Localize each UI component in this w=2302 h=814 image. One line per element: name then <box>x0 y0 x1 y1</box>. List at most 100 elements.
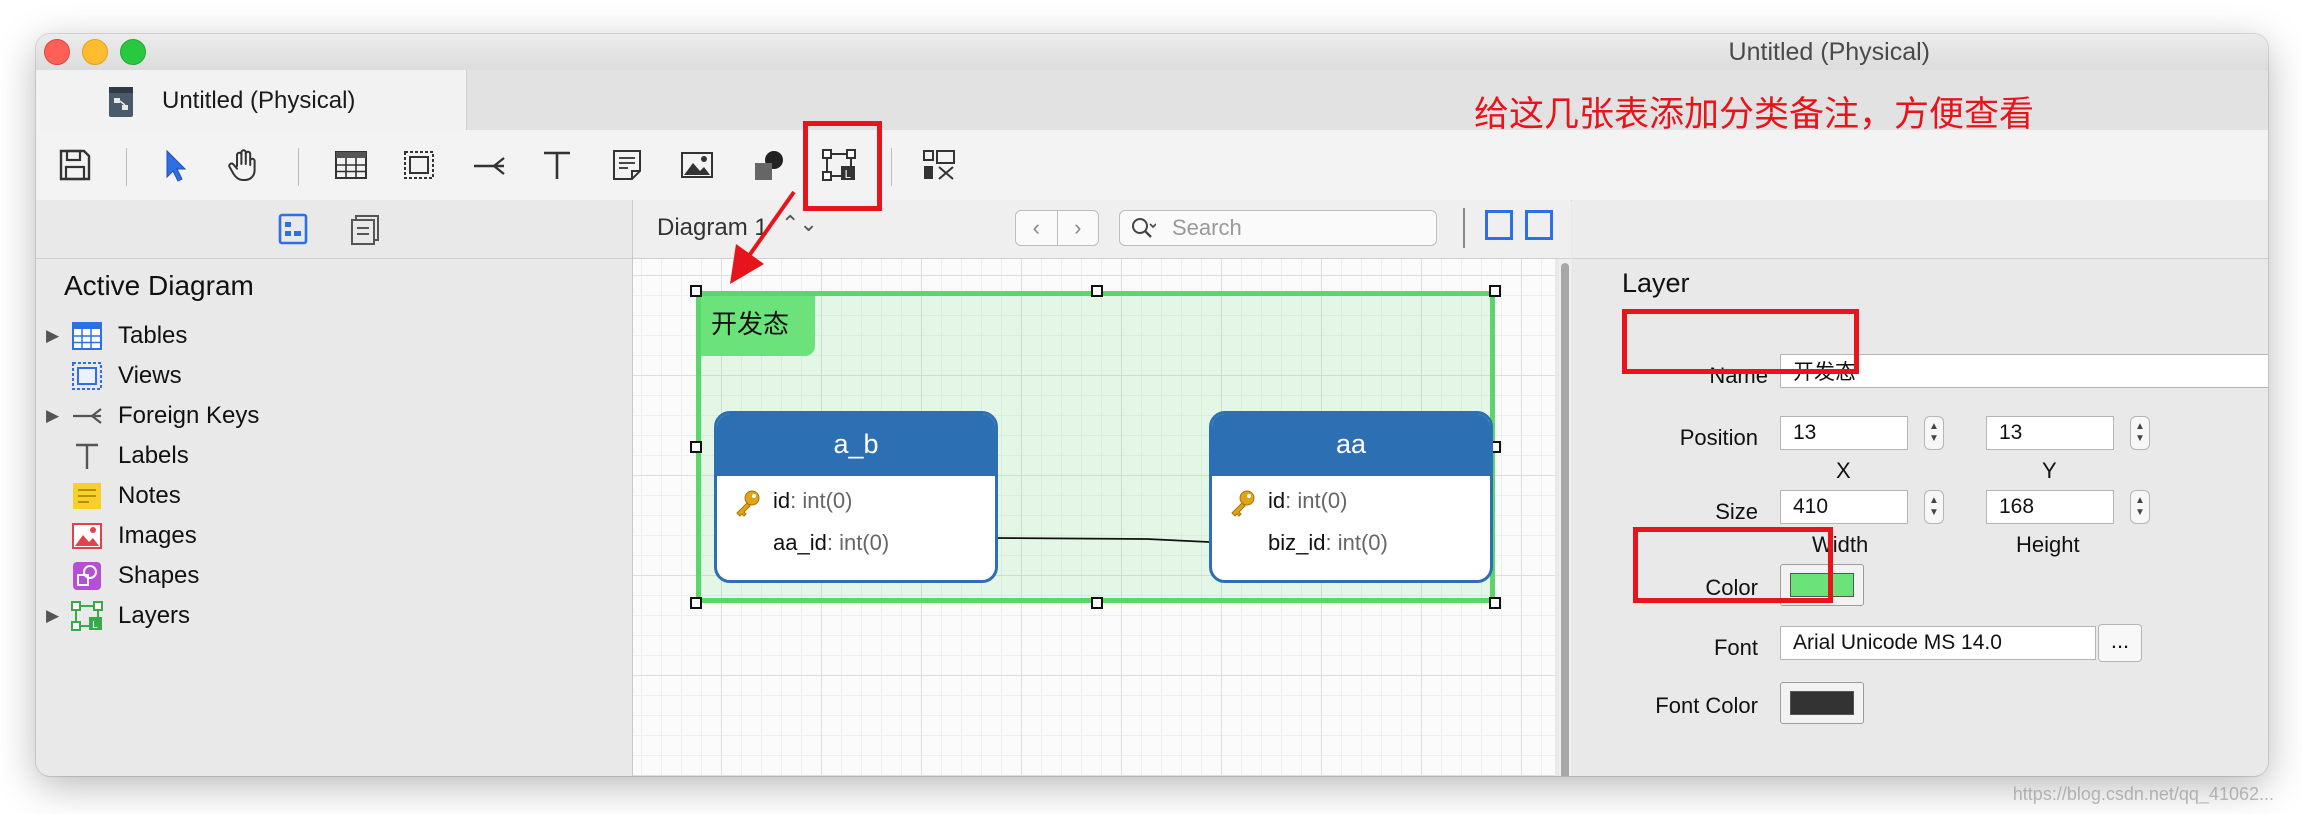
entity-title: aa <box>1212 414 1490 476</box>
sidebar-item-foreign-keys[interactable]: ▶ Foreign Keys <box>46 398 259 434</box>
position-x-stepper[interactable]: ▲ ▼ <box>1924 416 1944 450</box>
zoom-window-button[interactable] <box>120 39 146 65</box>
close-window-button[interactable] <box>44 39 70 65</box>
sidebar-title: Active Diagram <box>64 270 254 301</box>
sidebar-item-views[interactable]: Views <box>46 358 182 394</box>
note-icon <box>70 479 104 513</box>
disclosure-triangle-icon[interactable]: ▶ <box>46 406 66 426</box>
sidebar-item-tables[interactable]: ▶ Tables <box>46 318 187 354</box>
object-list-icon[interactable] <box>348 212 382 246</box>
entity-a_b[interactable]: a_b id: int(0) aa_id: int(0) <box>714 411 998 583</box>
position-y-input[interactable] <box>1986 416 2114 450</box>
sidebar-item-layers[interactable]: ▶ L Layers <box>46 598 190 634</box>
sidebar: Active Diagram ▶ Tables Views ▶ Foreign … <box>36 200 633 776</box>
width-input[interactable] <box>1780 490 1908 524</box>
resize-handle[interactable] <box>690 441 702 453</box>
search-icon[interactable] <box>1130 215 1156 241</box>
image-icon <box>70 519 104 553</box>
sidebar-item-label: Images <box>118 522 197 549</box>
diagram-nav: ‹ › <box>1015 210 1099 246</box>
resize-handle[interactable] <box>1489 285 1501 297</box>
split-left-view-icon[interactable] <box>1485 210 1513 240</box>
nav-back-button[interactable]: ‹ <box>1016 211 1057 245</box>
font-input[interactable] <box>1780 626 2096 660</box>
foreign-key-icon[interactable] <box>468 144 510 186</box>
foreign-key-icon <box>70 399 104 433</box>
save-icon[interactable] <box>54 144 96 186</box>
watermark: https://blog.csdn.net/qq_41062... <box>2012 784 2274 804</box>
font-color-well[interactable] <box>1780 682 1864 724</box>
arrange-icon[interactable] <box>918 144 960 186</box>
svg-text:L: L <box>92 620 98 631</box>
primary-key-icon <box>1231 490 1255 517</box>
highlight-box-color <box>1633 527 1833 603</box>
primary-key-icon <box>736 490 760 517</box>
shape-icon[interactable] <box>748 144 790 186</box>
sidebar-item-images[interactable]: Images <box>46 518 197 554</box>
size-label: Size <box>1715 499 1758 524</box>
resize-handle[interactable] <box>1489 597 1501 609</box>
height-input[interactable] <box>1986 490 2114 524</box>
scrollbar-thumb[interactable] <box>1561 263 1569 776</box>
sidebar-item-shapes[interactable]: Shapes <box>46 558 199 594</box>
position-x-input[interactable] <box>1780 416 1908 450</box>
inspector-panel: Layer Name Position ▲▼ ▲▼ X Y Size ▲▼ ▲▼… <box>1572 200 2268 776</box>
annotation-arrow-icon <box>730 190 796 284</box>
diagram-overview-icon[interactable] <box>276 212 310 246</box>
disclosure-triangle-icon[interactable]: ▶ <box>46 326 66 346</box>
sidebar-item-label: Shapes <box>118 562 200 589</box>
y-label: Y <box>2042 458 2057 483</box>
diagram-canvas[interactable]: 开发态 a_b id: int(0) aa_id: int(0) aa id: … <box>633 259 1555 776</box>
note-icon[interactable] <box>606 144 648 186</box>
entity-field: id: int(0) <box>773 488 853 513</box>
position-label: Position <box>1679 425 1758 450</box>
inspector-header <box>1572 200 2268 259</box>
document-tab[interactable]: Untitled (Physical) <box>36 70 467 130</box>
canvas-scrollbar[interactable] <box>1559 259 1571 776</box>
title-bar: Untitled (Physical) <box>36 34 2268 71</box>
font-color-swatch <box>1790 691 1854 715</box>
font-color-label: Font Color <box>1655 693 1758 718</box>
sidebar-item-label: Foreign Keys <box>118 402 260 429</box>
table-icon[interactable] <box>330 144 372 186</box>
x-label: X <box>1836 458 1851 483</box>
sidebar-item-notes[interactable]: Notes <box>46 478 181 514</box>
image-icon[interactable] <box>676 144 718 186</box>
layer-label[interactable]: 开发态 <box>701 296 816 356</box>
view-icon[interactable] <box>398 144 440 186</box>
relationship-line[interactable] <box>997 537 1209 543</box>
sidebar-item-label: Notes <box>118 482 181 509</box>
label-icon[interactable] <box>536 144 578 186</box>
height-stepper[interactable]: ▲ ▼ <box>2130 490 2150 524</box>
resize-handle[interactable] <box>1091 597 1103 609</box>
split-right-view-icon[interactable] <box>1525 210 1553 240</box>
sidebar-header <box>36 200 632 259</box>
resize-handle[interactable] <box>690 285 702 297</box>
view-icon <box>70 359 104 393</box>
window-title: Untitled (Physical) <box>1728 38 1930 66</box>
entity-title: a_b <box>717 414 995 476</box>
position-y-stepper[interactable]: ▲ ▼ <box>2130 416 2150 450</box>
inspector-section-title: Layer <box>1622 268 1690 298</box>
disclosure-triangle-icon[interactable]: ▶ <box>46 606 66 626</box>
app-window: Untitled (Physical) Untitled (Physical) <box>36 34 2268 776</box>
table-icon <box>70 319 104 353</box>
entity-aa[interactable]: aa id: int(0) biz_id: int(0) <box>1209 411 1493 583</box>
font-picker-button[interactable]: ... <box>2098 624 2142 662</box>
search-input[interactable] <box>1170 213 1424 243</box>
resize-handle[interactable] <box>1091 285 1103 297</box>
nav-forward-button[interactable]: › <box>1056 211 1099 245</box>
search-box <box>1119 210 1437 246</box>
sidebar-item-label: Views <box>118 362 182 389</box>
sidebar-item-labels[interactable]: Labels <box>46 438 189 474</box>
width-stepper[interactable]: ▲ ▼ <box>1924 490 1944 524</box>
layer-icon: L <box>70 599 104 633</box>
minimize-window-button[interactable] <box>82 39 108 65</box>
hand-icon[interactable] <box>222 144 264 186</box>
resize-handle[interactable] <box>690 597 702 609</box>
entity-field: id: int(0) <box>1268 488 1348 513</box>
sidebar-item-label: Labels <box>118 442 189 469</box>
pointer-icon[interactable] <box>154 144 196 186</box>
highlight-box-name <box>1622 309 1859 374</box>
shape-icon <box>70 559 104 593</box>
